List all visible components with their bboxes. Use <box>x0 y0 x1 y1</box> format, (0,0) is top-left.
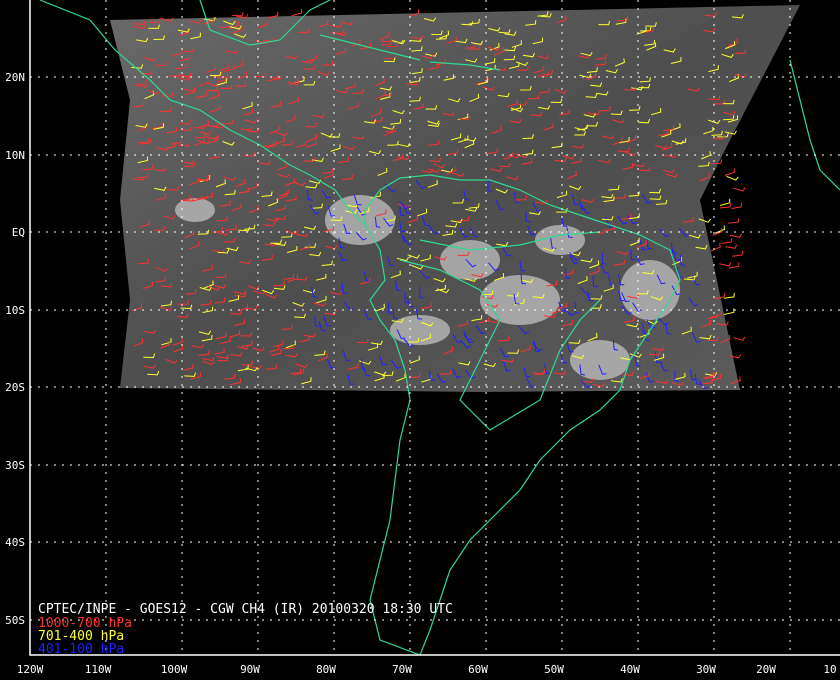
lon-tick-label: 60W <box>468 663 488 676</box>
wind-barb <box>726 175 739 181</box>
map-title: CPTEC/INPE - GOES12 - CGW CH4 (IR) 20100… <box>38 602 453 617</box>
lon-tick-label: 120W <box>17 663 44 676</box>
lon-tick-label: 50W <box>544 663 564 676</box>
wind-barb <box>712 227 723 236</box>
wind-barb <box>721 238 733 244</box>
wind-barb <box>733 187 746 192</box>
lon-tick-label: 20W <box>756 663 776 676</box>
wind-barb <box>728 218 740 224</box>
lon-tick-label: 90W <box>240 663 260 676</box>
wind-barb <box>723 292 735 299</box>
wind-barb <box>731 202 743 209</box>
wind-map: 120W 110W 100W 90W 80W 70W 60W 50W 40W 30W 20W 10 20… <box>5 0 840 676</box>
wind-barb <box>729 233 742 238</box>
lat-tick-label: EQ <box>12 226 25 239</box>
wind-barb <box>725 244 738 249</box>
legend-high: 401-100 hPa <box>38 642 125 657</box>
lon-tick-label: 40W <box>620 663 640 676</box>
lat-tick-label: 40S <box>5 536 25 549</box>
wind-barb <box>291 9 303 17</box>
wind-barb <box>719 198 731 206</box>
satellite-image <box>110 5 800 392</box>
lat-tick-label: 30S <box>5 459 25 472</box>
lon-tick-label: 110W <box>85 663 112 676</box>
lon-tick-label: 80W <box>316 663 336 676</box>
lon-tick-label: 100W <box>161 663 188 676</box>
lat-tick-label: 20S <box>5 381 25 394</box>
wind-barb <box>731 251 744 257</box>
lat-tick-label: 50S <box>5 614 25 627</box>
wind-barb <box>719 262 732 267</box>
lon-tick-label: 10 <box>823 663 836 676</box>
lon-tick-label: 70W <box>392 663 412 676</box>
wind-barb <box>723 308 735 315</box>
wind-barb <box>231 12 244 17</box>
wind-barb <box>724 168 735 176</box>
wind-barb <box>733 336 746 341</box>
wind-barb <box>710 243 721 252</box>
lat-tick-label: 10N <box>5 149 25 162</box>
africa-coast <box>789 59 840 191</box>
lat-tick-label: 20N <box>5 71 25 84</box>
lat-tick-label: 10S <box>5 304 25 317</box>
lon-tick-label: 30W <box>696 663 716 676</box>
